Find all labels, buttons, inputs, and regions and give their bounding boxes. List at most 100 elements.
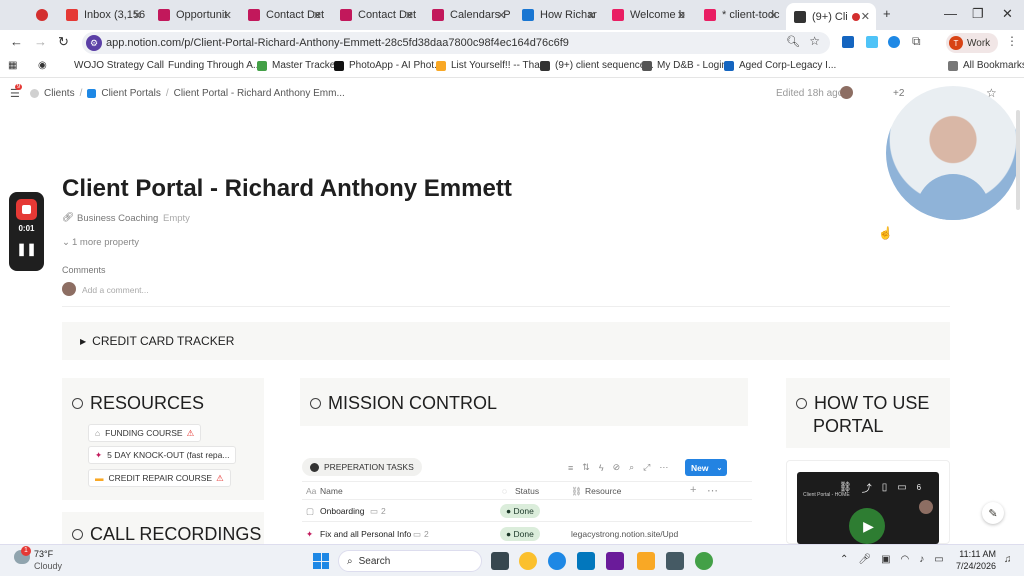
link-icon[interactable]: ⛓ <box>839 482 852 493</box>
credit-card-tracker-toggle[interactable]: ▶ CREDIT CARD TRACKER <box>62 322 950 360</box>
globe-icon[interactable]: ◉ <box>38 60 47 71</box>
browser-tab-contact-1[interactable]: Contact Det ✕ <box>240 4 328 26</box>
close-tab-icon[interactable]: ✕ <box>405 9 414 22</box>
page-title[interactable]: Client Portal - Richard Anthony Emmett <box>62 175 512 203</box>
comment-input[interactable]: Add a comment... <box>82 285 149 295</box>
bookmark-icon[interactable]: ▯ <box>882 482 888 493</box>
new-button[interactable]: New ⌄ <box>685 459 727 476</box>
collaborator-count[interactable]: +2 <box>893 88 904 99</box>
status-badge[interactable]: ● Done <box>500 527 540 541</box>
chevron-up-icon[interactable]: ⌃ <box>840 554 848 565</box>
breadcrumb-current-page[interactable]: Client Portal - Richard Anthony Emm... <box>174 88 345 99</box>
help-icon[interactable] <box>548 552 566 570</box>
avatar[interactable] <box>840 86 853 99</box>
extension-icon[interactable] <box>842 36 854 48</box>
bookmark-item[interactable]: Funding Through A... <box>168 60 261 71</box>
task-name[interactable]: Fix and all Personal Info <box>320 529 411 539</box>
chrome-active-icon[interactable] <box>695 552 713 570</box>
chevron-down-icon[interactable]: ⌄ <box>716 464 722 472</box>
bookmark-item[interactable]: My D&B - Login <box>642 60 727 71</box>
url-field[interactable]: ⚙ app.notion.com/p/Client-Portal-Richard… <box>82 32 830 54</box>
column-header-name[interactable]: Name <box>320 486 343 496</box>
extensions-puzzle-icon[interactable]: ⧉ <box>912 34 921 49</box>
outlook-icon[interactable] <box>577 552 595 570</box>
bookmark-item[interactable]: Aged Corp-Legacy I... <box>724 60 836 71</box>
close-tab-icon[interactable]: ✕ <box>587 9 596 22</box>
close-tab-icon[interactable]: ✕ <box>313 9 322 22</box>
browser-tab-pinned[interactable] <box>28 4 54 26</box>
column-header-resource[interactable]: Resource <box>585 486 621 496</box>
video-embed[interactable]: Client Portal - HOME ⛓ ⤴ ▯ ▭ 6 ▶ <box>797 472 939 544</box>
clock-date[interactable]: 7/24/2026 <box>950 561 996 571</box>
weather-temp[interactable]: 73°F <box>34 549 53 559</box>
zoom-icon[interactable]: 🔍︎ <box>786 35 800 48</box>
extension-icon[interactable] <box>888 36 900 48</box>
maximize-button[interactable]: ❐ <box>972 6 984 22</box>
calculator-icon[interactable] <box>666 552 684 570</box>
file-explorer-icon[interactable] <box>637 552 655 570</box>
close-tab-icon[interactable]: ✕ <box>133 9 142 22</box>
back-arrow-icon[interactable]: ← <box>10 34 23 49</box>
property-name[interactable]: Business Coaching <box>77 213 158 224</box>
weather-label[interactable]: Cloudy <box>34 561 62 571</box>
bookmark-item[interactable]: Master Tracker <box>257 60 339 71</box>
new-tab-button[interactable]: + <box>883 6 891 21</box>
more-properties-toggle[interactable]: 1 more property <box>72 237 139 248</box>
task-view-icon[interactable] <box>491 552 509 570</box>
wifi-icon[interactable]: ◠ <box>901 554 910 565</box>
browser-tab-notion-active[interactable]: (9+) Cli ✕ <box>786 3 876 30</box>
all-bookmarks[interactable]: All Bookmarks <box>948 60 1024 71</box>
volume-icon[interactable]: ♪ <box>919 554 924 565</box>
reload-icon[interactable]: ↻ <box>58 34 69 50</box>
sort-icon[interactable]: ⇅ <box>582 462 590 473</box>
close-tab-icon[interactable]: ✕ <box>769 9 778 22</box>
resource-link-credit-repair[interactable]: ▬ CREDIT REPAIR COURSE ⚠ <box>88 469 231 487</box>
notion-ai-button[interactable]: ✎ <box>982 502 1004 524</box>
scrollbar[interactable] <box>1016 110 1020 210</box>
hide-icon[interactable]: ⊘ <box>613 462 621 473</box>
microphone-icon[interactable]: 🎤︎ <box>858 554 871 565</box>
clock-time[interactable]: 11:11 AM <box>958 549 996 559</box>
breadcrumb-clients[interactable]: Clients <box>44 88 75 99</box>
property-value[interactable]: Empty <box>163 213 190 224</box>
close-tab-icon[interactable]: ✕ <box>497 9 506 22</box>
bookmark-item[interactable]: List Yourself!! -- Tha... <box>436 60 548 71</box>
task-name[interactable]: Onboarding <box>320 506 364 516</box>
open-external-icon[interactable]: ⤴ <box>862 480 872 495</box>
search-icon[interactable]: ⌕ <box>629 462 634 473</box>
profile-button[interactable]: T Work <box>946 33 998 53</box>
play-button[interactable]: ▶ <box>849 508 885 544</box>
browser-tab-how-richard[interactable]: How Richar ✕ <box>514 4 602 26</box>
breadcrumb-client-portals[interactable]: Client Portals <box>101 88 160 99</box>
resource-link[interactable]: legacystrong.notion.site/Upd <box>571 529 681 539</box>
resource-link-knockout[interactable]: ✦ 5 DAY KNOCK-OUT (fast repa... <box>88 446 237 464</box>
more-icon[interactable]: ⋯ <box>707 484 718 497</box>
menu-dots-icon[interactable]: ⋮ <box>1006 34 1018 48</box>
browser-tab-calendars[interactable]: Calendars P ✕ <box>424 4 512 26</box>
bookmark-star-icon[interactable]: ☆ <box>809 34 820 48</box>
stop-recording-button[interactable] <box>16 199 37 220</box>
apps-grid-icon[interactable]: ▦ <box>8 60 17 71</box>
slack-icon[interactable] <box>606 552 624 570</box>
database-view-tab[interactable]: PREPERATION TASKS <box>302 458 422 476</box>
tray-app-icon[interactable]: ▣ <box>881 554 890 565</box>
browser-tab-gmail[interactable]: Inbox (3,156 ✕ <box>58 4 148 26</box>
close-tab-icon[interactable]: ✕ <box>861 10 870 23</box>
column-header-status[interactable]: Status <box>515 486 539 496</box>
resource-link-funding[interactable]: ⌂ FUNDING COURSE ⚠ <box>88 424 202 442</box>
browser-tab-client-todo[interactable]: * client-todc ✕ <box>696 4 784 26</box>
bookmark-item[interactable]: (9+) client sequence... <box>540 60 654 71</box>
add-column-icon[interactable]: + <box>690 484 696 496</box>
browser-tab-contact-2[interactable]: Contact Det ✕ <box>332 4 420 26</box>
battery-icon[interactable]: ▭ <box>934 554 943 565</box>
extension-icon[interactable] <box>866 36 878 48</box>
close-tab-icon[interactable]: ✕ <box>677 9 686 22</box>
webcam-bubble[interactable] <box>886 86 1020 220</box>
more-icon[interactable]: ⋯ <box>659 462 668 473</box>
forward-arrow-icon[interactable]: → <box>34 34 47 49</box>
pause-icon[interactable]: ❚❚ <box>9 242 44 256</box>
status-badge[interactable]: ● Done <box>500 504 540 518</box>
bookmark-item[interactable]: WOJO Strategy Call <box>74 60 164 71</box>
taskbar-search[interactable]: ⌕ Search <box>338 550 482 572</box>
windows-start-icon[interactable] <box>313 553 329 569</box>
